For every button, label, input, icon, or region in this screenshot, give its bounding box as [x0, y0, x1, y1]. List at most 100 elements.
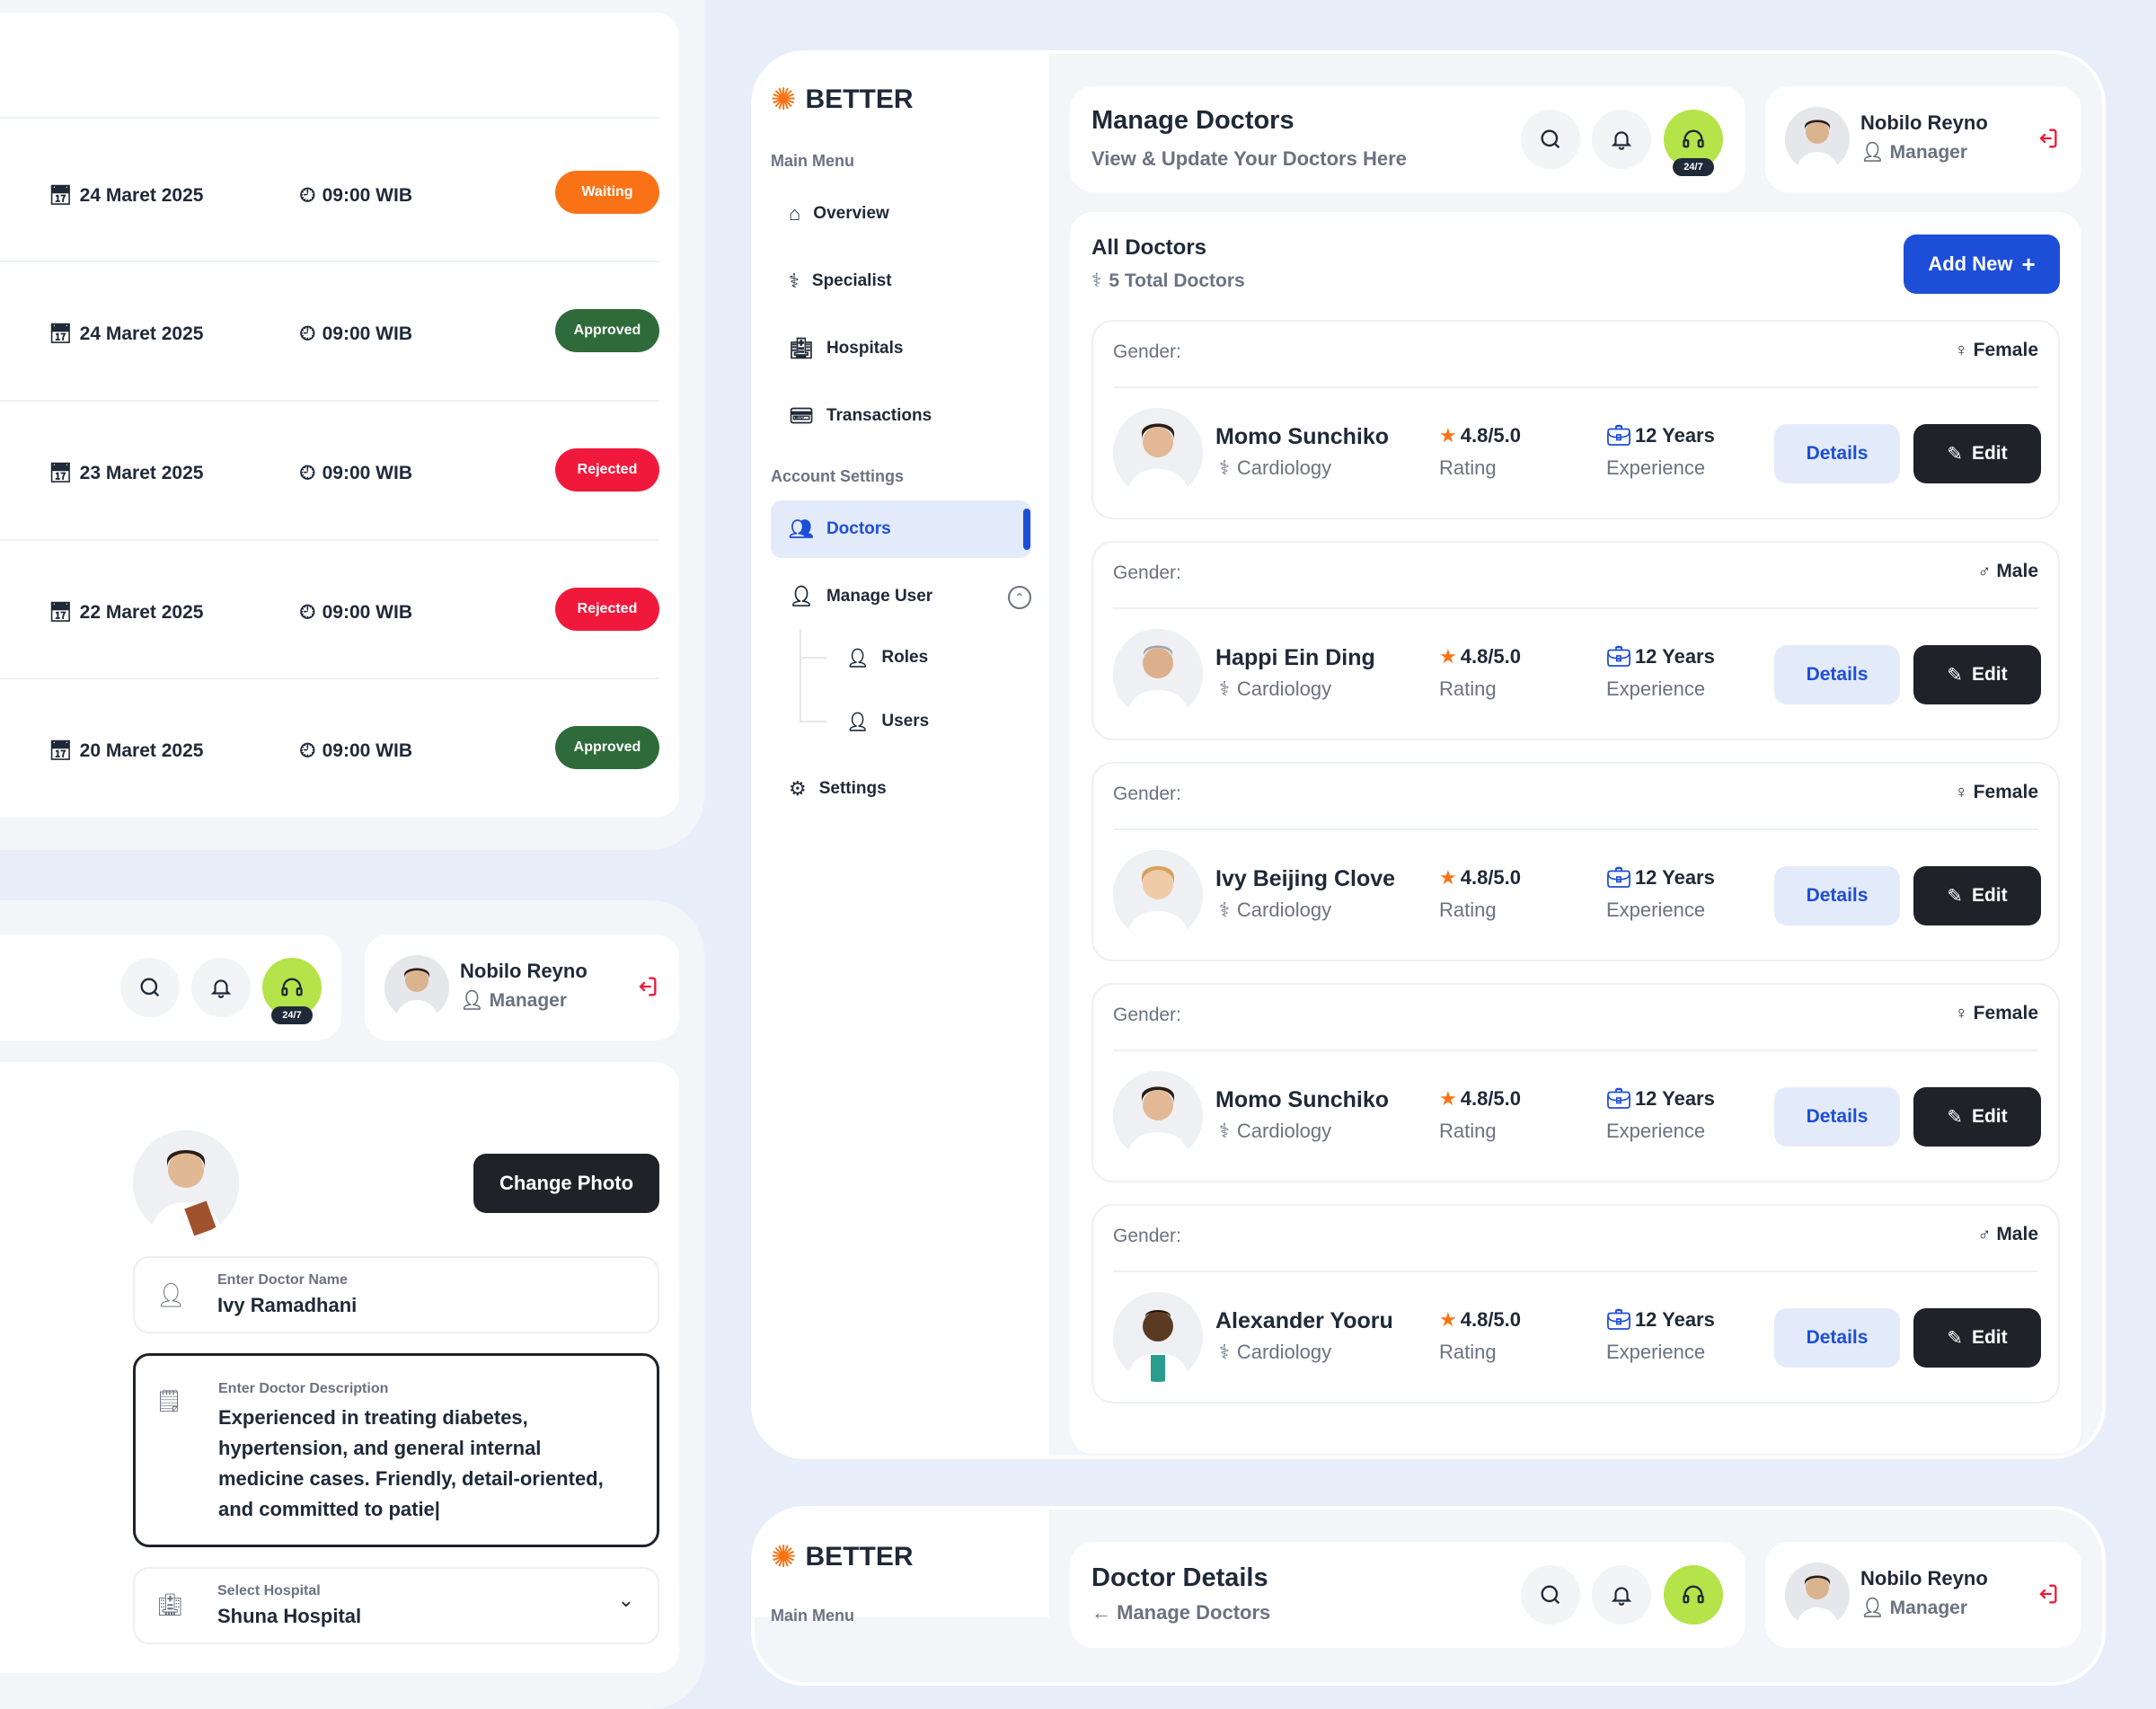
notification-button[interactable]	[1592, 110, 1651, 169]
support-button[interactable]	[1664, 1565, 1723, 1625]
gender-value: Female	[1973, 1003, 2038, 1023]
logout-button[interactable]	[2035, 126, 2060, 151]
avatar[interactable]	[1785, 1563, 1850, 1627]
edit-icon: ✎	[1947, 664, 1963, 686]
search-button[interactable]	[1521, 110, 1580, 169]
sidebar-item-hospitals[interactable]: 🏥︎ Hospitals	[771, 320, 1031, 377]
main-menu-label: Main Menu	[771, 152, 854, 170]
sidebar-item-roles[interactable]: 👤︎ Roles	[828, 629, 1026, 686]
hospital-value: Shuna Hospital	[217, 1605, 362, 1627]
logout-icon	[639, 977, 657, 996]
logout-icon	[2039, 128, 2057, 148]
experience-value: 12 Years	[1634, 1087, 1715, 1110]
hospital-select[interactable]: 🏥︎ Select Hospital Shuna Hospital ⌄	[133, 1567, 659, 1644]
add-new-label: Add New	[1928, 252, 2013, 275]
sidebar-item-manage-user[interactable]: 👤︎ Manage User	[771, 568, 1031, 625]
page-title: Doctor Details	[1091, 1563, 1268, 1592]
doctor-card: Gender: ♀ Female Ivy Beijing Clove ⚕ Cardi…	[1091, 762, 2060, 961]
details-button[interactable]: Details	[1774, 645, 1900, 704]
row-time: 09:00 WIB	[322, 602, 412, 623]
user-icon: 👤︎	[1860, 1598, 1885, 1618]
user-role-label: Manager	[1889, 1598, 1968, 1618]
sidebar-item-doctors[interactable]: 👥︎ Doctors	[771, 500, 1031, 558]
doctor-description-label: Enter Doctor Description	[218, 1381, 389, 1396]
edit-button[interactable]: ✎ Edit	[1913, 1308, 2041, 1368]
gear-icon: ⚙︎	[789, 777, 807, 800]
change-photo-button[interactable]: Change Photo	[473, 1154, 659, 1213]
details-button[interactable]: Details	[1774, 1087, 1900, 1147]
support-button[interactable]: 24/7	[1664, 110, 1723, 176]
logout-button[interactable]	[634, 974, 659, 999]
edit-button[interactable]: ✎ Edit	[1913, 1087, 2041, 1147]
sidebar-item-settings[interactable]: ⚙︎ Settings	[771, 760, 1031, 818]
search-button[interactable]	[1521, 1565, 1580, 1625]
schedule-row[interactable]: 📅︎ 24 Maret 2025 🕘︎ 09:00 WIB Waiting	[0, 171, 659, 225]
row-date: 22 Maret 2025	[79, 602, 204, 623]
avatar[interactable]	[1785, 107, 1850, 172]
doctor-name-field[interactable]: 👤︎ Enter Doctor Name Ivy Ramadhani	[133, 1256, 659, 1333]
briefcase-icon: 💼︎	[1606, 424, 1631, 447]
details-button[interactable]: Details	[1774, 1308, 1900, 1368]
sidebar-item-users[interactable]: 👤︎ Users	[828, 693, 1026, 750]
briefcase-icon: 💼︎	[1606, 1308, 1631, 1331]
gender-label: Gender:	[1113, 784, 1181, 804]
logout-button[interactable]	[2035, 1581, 2060, 1607]
status-badge: Waiting	[555, 171, 659, 214]
chevron-down-icon: ⌄	[617, 1589, 634, 1611]
edit-button[interactable]: ✎ Edit	[1913, 424, 2041, 483]
headset-icon	[1683, 1585, 1704, 1604]
add-new-button[interactable]: Add New +	[1904, 235, 2060, 294]
doctor-name-input[interactable]: Ivy Ramadhani	[217, 1294, 357, 1317]
briefcase-icon: 💼︎	[1606, 645, 1631, 668]
rating-label: Rating	[1439, 1341, 1497, 1363]
notification-button[interactable]	[191, 958, 251, 1017]
details-button[interactable]: Details	[1774, 866, 1900, 925]
back-link[interactable]: ← Manage Doctors	[1091, 1601, 1270, 1625]
status-badge: Approved	[555, 726, 659, 769]
experience-value: 12 Years	[1634, 866, 1715, 889]
rating-label: Rating	[1439, 677, 1497, 700]
clock-icon: 🕘︎	[300, 602, 315, 623]
details-button[interactable]: Details	[1774, 424, 1900, 483]
gender-value: Male	[1996, 1224, 2038, 1244]
search-button[interactable]	[120, 958, 180, 1017]
row-date: 24 Maret 2025	[79, 185, 204, 206]
row-time: 09:00 WIB	[322, 463, 412, 483]
experience-label: Experience	[1606, 899, 1706, 921]
schedule-row[interactable]: 📅︎ 22 Maret 2025 🕘︎ 09:00 WIB Rejected	[0, 588, 659, 642]
female-icon: ♀	[1954, 340, 1968, 360]
doctor-specialty: Cardiology	[1236, 1120, 1332, 1142]
submenu-line-branch	[800, 721, 826, 722]
user-icon: 👤︎	[846, 712, 870, 732]
schedule-row[interactable]: 📅︎ 23 Maret 2025 🕘︎ 09:00 WIB Rejected	[0, 448, 659, 502]
sidebar-item-label: Roles	[881, 648, 929, 667]
support-button[interactable]: 24/7	[262, 958, 322, 1024]
notification-button[interactable]	[1592, 1565, 1651, 1625]
edit-button[interactable]: ✎ Edit	[1913, 866, 2041, 925]
gender-value: Female	[1973, 340, 2038, 360]
home-icon: ⌂	[789, 202, 801, 225]
schedule-row[interactable]: 📅︎ 24 Maret 2025 🕘︎ 09:00 WIB Approved	[0, 309, 659, 363]
sidebar-item-transactions[interactable]: 💳︎ Transactions	[771, 387, 1031, 445]
experience-value: 12 Years	[1634, 1308, 1715, 1331]
avatar[interactable]	[384, 955, 449, 1020]
schedule-row[interactable]: 📅︎ 20 Maret 2025 🕘︎ 09:00 WIB Approved	[0, 726, 659, 780]
doctor-description-input[interactable]: Experienced in treating diabetes, hypert…	[218, 1403, 632, 1525]
doctor-description-field[interactable]: 🗒︎ Enter Doctor Description Experienced …	[133, 1353, 659, 1547]
edit-button[interactable]: ✎ Edit	[1913, 645, 2041, 704]
status-badge: Approved	[555, 309, 659, 352]
user-name: Nobilo Reyno	[1860, 1567, 1988, 1589]
sidebar-item-specialist[interactable]: ⚕ Specialist	[771, 252, 1031, 310]
clock-icon: 🕘︎	[300, 463, 315, 483]
sidebar-item-label: Specialist	[811, 271, 892, 290]
chevron-up-icon[interactable]: ⌃	[1008, 586, 1031, 609]
star-icon: ★	[1439, 645, 1457, 668]
doctor-avatar	[1113, 1292, 1203, 1382]
doctor-avatar	[1113, 1071, 1203, 1161]
gender-label: Gender:	[1113, 1226, 1181, 1246]
divider	[0, 539, 659, 541]
sidebar-item-overview[interactable]: ⌂ Overview	[771, 185, 1031, 243]
submenu-line-branch	[800, 657, 826, 659]
star-icon: ★	[1439, 424, 1457, 447]
divider	[1113, 1049, 2038, 1051]
